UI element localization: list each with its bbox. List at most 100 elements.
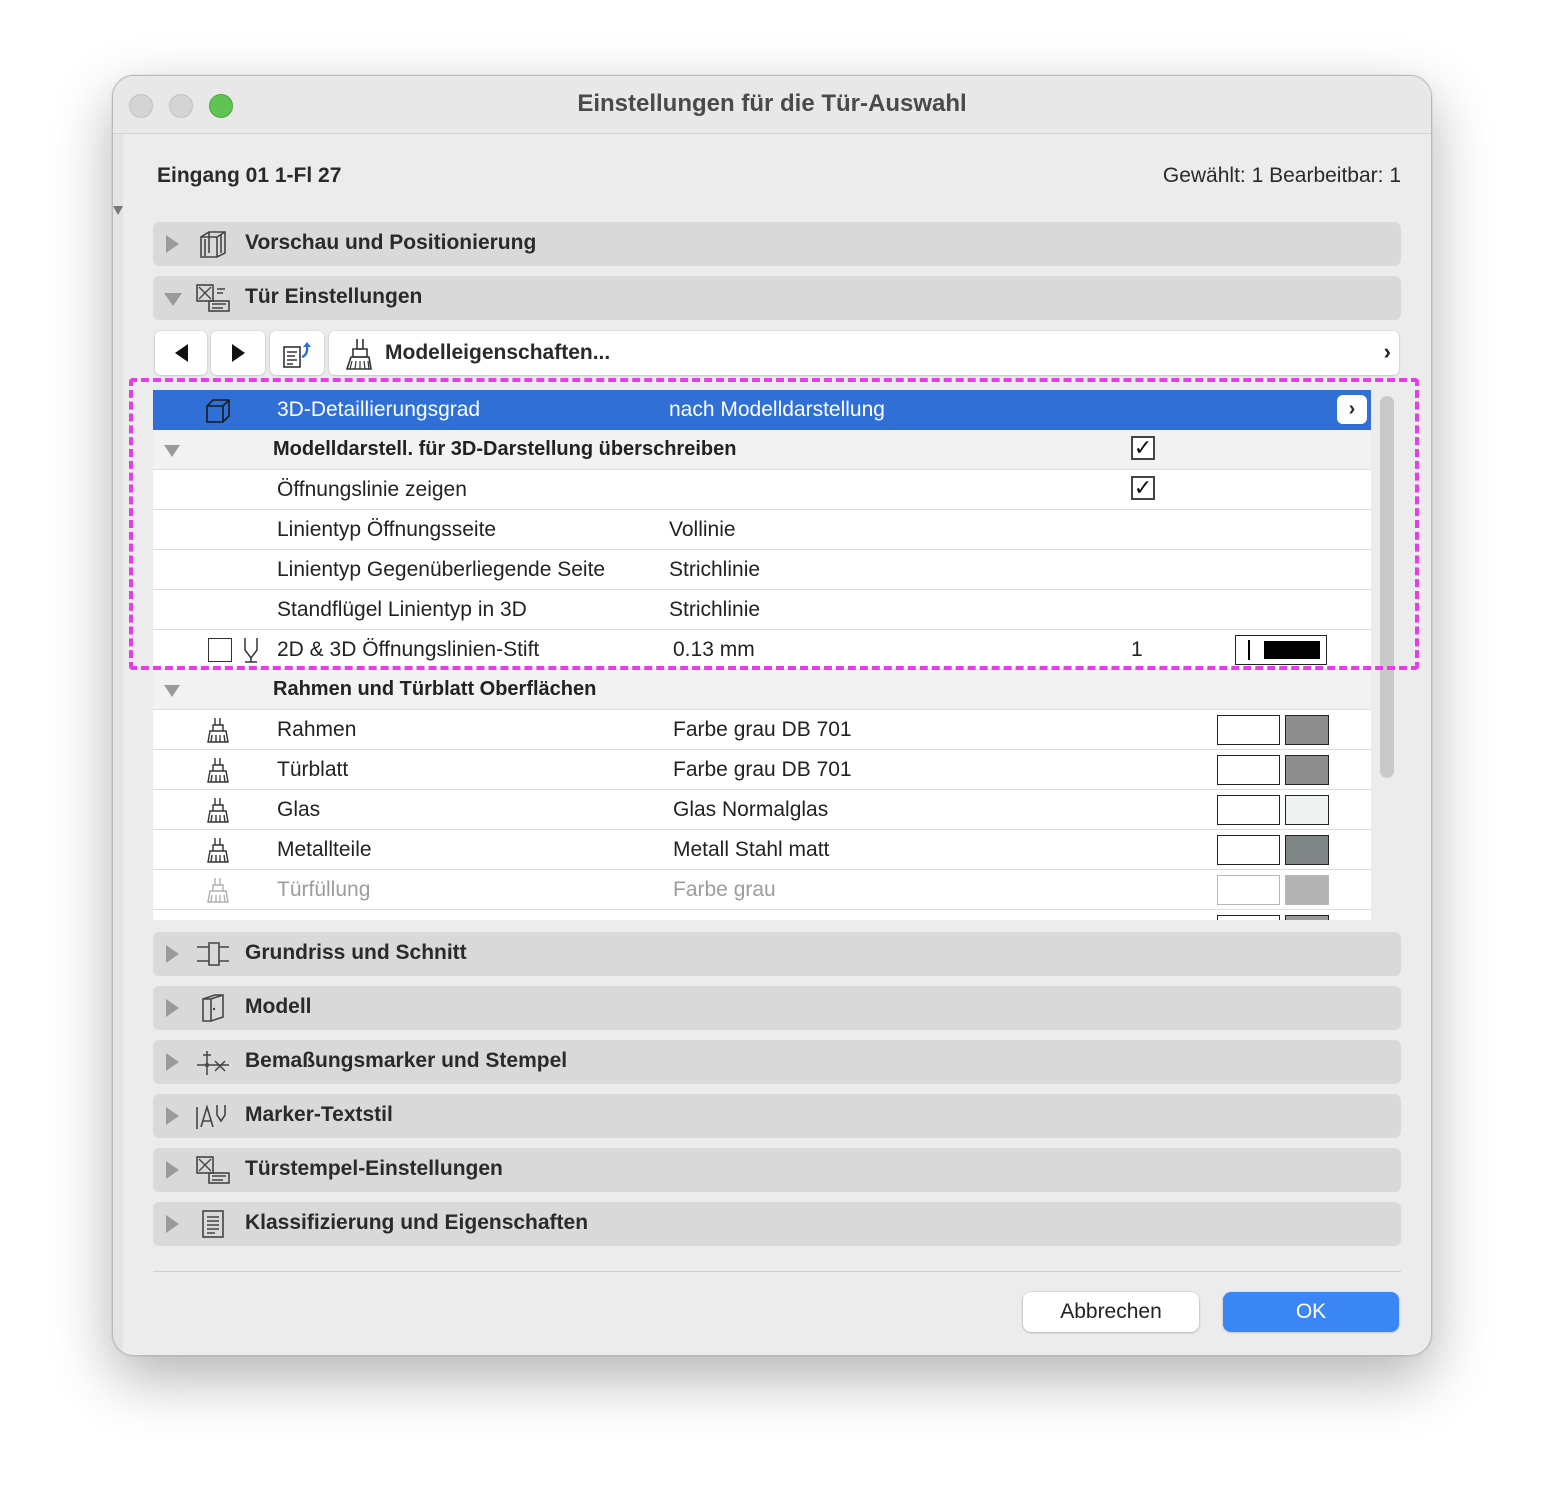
scrollbar-thumb[interactable] [1380,396,1394,778]
row-name: Rahmen [277,718,357,741]
row-value: Vollinie [669,518,736,541]
surface-preview-swatch[interactable] [1217,795,1280,825]
property-list: 3D-Detaillierungsgrad nach Modelldarstel… [153,390,1371,920]
paint-brush-icon [207,758,229,783]
list-scrollbar[interactable] [1375,396,1397,916]
expand-triangle-icon[interactable] [166,1161,179,1179]
surface-color-swatch[interactable] [1285,875,1329,905]
door-settings-icon [196,284,230,312]
document-list-icon [202,1210,224,1238]
group-row-override[interactable]: Modelldarstell. für 3D-Darstellung übers… [153,430,1371,470]
row-value: nach Modelldarstellung [669,398,885,421]
table-row-stift[interactable]: 2D & 3D Öffnungslinien-Stift 0.13 mm 1 [153,630,1371,670]
row-value: Farbe grau DB 701 [673,758,852,781]
cancel-button[interactable]: Abbrechen [1023,1292,1199,1332]
section-klassifizierung[interactable]: Klassifizierung und Eigenschaften [153,1202,1401,1246]
surface-preview-swatch[interactable] [1217,835,1280,865]
section-vorschau[interactable]: Vorschau und Positionierung [153,222,1401,266]
surface-preview-swatch[interactable] [1217,875,1280,905]
surface-color-swatch[interactable] [1285,715,1329,745]
surface-color-swatch[interactable] [1285,835,1329,865]
surface-preview-swatch [1217,915,1280,920]
table-row-rahmen[interactable]: Rahmen Farbe grau DB 701 [153,710,1371,750]
table-row-linientyp-oeffnung[interactable]: Linientyp Öffnungsseite Vollinie [153,510,1371,550]
section-label: Marker-Textstil [245,1103,393,1126]
ok-button[interactable]: OK [1223,1292,1399,1332]
row-name: Metallteile [277,838,372,861]
section-tuerstempel[interactable]: Türstempel-Einstellungen [153,1148,1401,1192]
side-strip [113,134,123,1355]
collapse-triangle-icon[interactable] [164,293,182,306]
pen-override-checkbox[interactable] [208,638,232,662]
table-row-linientyp-gegen[interactable]: Linientyp Gegenüberliegende Seite Strich… [153,550,1371,590]
section-label: Vorschau und Positionierung [245,231,537,254]
model-properties-selector[interactable]: Modelleigenschaften... › [329,331,1399,375]
section-modell[interactable]: Modell [153,986,1401,1030]
override-checkbox[interactable]: ✓ [1131,436,1155,460]
show-opening-line-checkbox[interactable]: ✓ [1131,476,1155,500]
door-frame-icon [200,231,226,258]
door-3d-icon [202,994,224,1022]
group-row-surfaces[interactable]: Rahmen und Türblatt Oberflächen [153,670,1371,710]
row-value: Strichlinie [669,598,761,621]
expand-triangle-icon[interactable] [166,999,179,1017]
row-value: Strichlinie [669,558,761,581]
table-row-standfluegel[interactable]: Standflügel Linientyp in 3D Strichlinie [153,590,1371,630]
group-title: Modelldarstell. für 3D-Darstellung übers… [273,438,737,460]
chevron-right-icon: › [1383,339,1391,364]
table-row-tuerblatt[interactable]: Türblatt Farbe grau DB 701 [153,750,1371,790]
pen-color-swatch[interactable] [1235,635,1327,665]
title-bar: Einstellungen für die Tür-Auswahl [113,76,1431,134]
selection-info: Gewählt: 1 Bearbeitbar: 1 [1162,164,1401,187]
surface-color-swatch[interactable] [1285,755,1329,785]
table-row-metallteile[interactable]: Metallteile Metall Stahl matt [153,830,1371,870]
section-bemassung[interactable]: Bemaßungsmarker und Stempel [153,1040,1401,1084]
model-properties-label: Modelleigenschaften... [385,341,611,364]
surface-color-swatch[interactable] [1285,795,1329,825]
chevron-right-icon[interactable]: › [1337,395,1367,424]
paint-brush-icon [207,838,229,863]
text-style-icon [196,1104,226,1129]
table-row-tuerfuellung[interactable]: Türfüllung Farbe grau [153,870,1371,910]
table-row-partial [153,910,1371,920]
pen-color-fill [1264,641,1320,659]
expand-triangle-icon[interactable] [166,235,179,253]
section-tuer-einstellungen[interactable]: Tür Einstellungen [153,276,1401,320]
expand-triangle-icon[interactable] [166,945,179,963]
section-grundriss[interactable]: Grundriss und Schnitt [153,932,1401,976]
row-name: Linientyp Gegenüberliegende Seite [277,558,606,581]
settings-dialog: Einstellungen für die Tür-Auswahl Eingan… [112,75,1432,1356]
collapse-arrow-icon[interactable] [113,206,123,215]
paint-brush-icon [207,878,229,903]
previous-page-button[interactable] [155,331,207,375]
floor-plan-icon [197,942,229,966]
expand-triangle-icon[interactable] [166,1107,179,1125]
section-label: Grundriss und Schnitt [245,941,467,964]
table-row-oeffnungslinie[interactable]: Öffnungslinie zeigen ✓ [153,470,1371,510]
pen-icon [244,638,258,663]
window-title: Einstellungen für die Tür-Auswahl [577,90,967,117]
expand-triangle-icon[interactable] [166,1215,179,1233]
table-row-glas[interactable]: Glas Glas Normalglas [153,790,1371,830]
table-row-detail-level[interactable]: 3D-Detaillierungsgrad nach Modelldarstel… [153,390,1371,430]
collapse-triangle-icon[interactable] [164,445,180,457]
surface-preview-swatch[interactable] [1217,755,1280,785]
next-page-button[interactable] [211,331,265,375]
row-name: 3D-Detaillierungsgrad [277,398,481,421]
section-label: Tür Einstellungen [245,285,423,308]
dimension-marker-icon [197,1051,229,1075]
up-level-button[interactable] [270,331,324,375]
row-name: Standflügel Linientyp in 3D [277,598,527,621]
expand-triangle-icon[interactable] [166,1053,179,1071]
collapse-triangle-icon[interactable] [164,685,180,697]
row-value: 0.13 mm [673,638,755,661]
row-value: Farbe grau [673,878,776,901]
door-stamp-icon [196,1156,230,1184]
surface-preview-swatch[interactable] [1217,715,1280,745]
row-name: 2D & 3D Öffnungslinien-Stift [277,638,540,661]
pen-number: 1 [1131,638,1143,661]
section-marker-textstil[interactable]: Marker-Textstil [153,1094,1401,1138]
row-name: Türblatt [277,758,349,781]
row-name: Türfüllung [277,878,371,901]
row-name: Linientyp Öffnungsseite [277,518,497,541]
